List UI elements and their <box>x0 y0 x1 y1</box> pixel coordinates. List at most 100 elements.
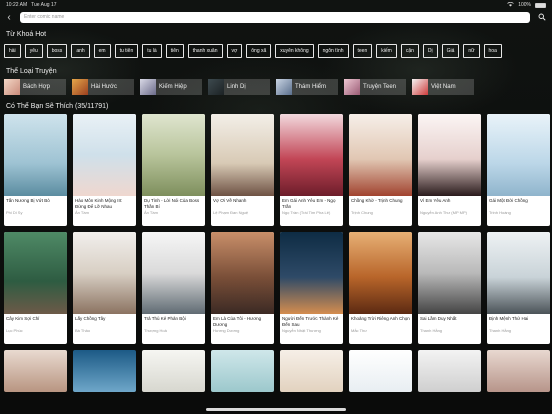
book-card[interactable]: Vợ Ơi Về Nhanh Lệ Phạm Đan Nguệ <box>211 114 274 226</box>
book-author: Ân Tầm <box>144 210 158 215</box>
book-card[interactable]: Dụ Tình - Lời Nói Của Boss Thần Bí Ân Tầm <box>142 114 205 226</box>
book-card[interactable]: Gái Một Đời Chồng Trinh Hoàng <box>487 114 550 226</box>
book-author: Thượng Hoả <box>144 328 167 333</box>
keyword-chip[interactable]: ngôn tình <box>317 44 349 58</box>
book-card[interactable] <box>487 350 550 392</box>
keyword-chip[interactable]: ông xã <box>246 44 272 58</box>
book-author: Phi Di Sy <box>6 210 23 215</box>
book-card[interactable]: Chồng Khờ - Trịnh Chung Trịnh Chung <box>349 114 412 226</box>
book-title: Sai Lầm Duy Nhất <box>420 316 457 321</box>
book-cover <box>211 350 274 392</box>
book-title: Tấn Nương Bị Vứt Bỏ <box>6 198 50 203</box>
category-item[interactable]: Truyện Teen <box>344 79 406 95</box>
keyword-chip[interactable]: teen <box>352 44 373 58</box>
category-label: Việt Nam <box>431 84 456 90</box>
category-item[interactable]: Bách Hợp <box>4 79 66 95</box>
book-card[interactable]: Cây Kim Sợi Chỉ Lục Phúc <box>4 232 67 344</box>
book-card[interactable]: Khoảng Trời Riêng Anh Chọn Mắc Thư <box>349 232 412 344</box>
keyword-chip[interactable]: em <box>93 44 111 58</box>
search-button[interactable] <box>536 11 548 23</box>
book-cover <box>418 114 481 196</box>
book-card[interactable] <box>280 350 343 392</box>
book-card[interactable]: Định Mệnh Thứ Hai Thanh Hằng <box>487 232 550 344</box>
back-button[interactable]: ‹ <box>4 11 14 23</box>
category-thumbnail <box>412 79 428 95</box>
book-cover <box>418 350 481 392</box>
category-item[interactable]: Thám Hiểm <box>276 79 338 95</box>
keyword-chip[interactable]: tu tiên <box>114 44 139 58</box>
keyword-chip[interactable]: kiếm <box>376 44 397 58</box>
book-cover <box>4 232 67 314</box>
keyword-chip[interactable]: hoa <box>483 44 502 58</box>
category-item[interactable]: Việt Nam <box>412 79 474 95</box>
book-cover <box>4 114 67 196</box>
category-item[interactable]: Linh Dị <box>208 79 270 95</box>
keyword-chip[interactable]: cặn <box>400 44 419 58</box>
book-card[interactable] <box>211 350 274 392</box>
book-title: Chồng Khờ - Trịnh Chung <box>351 198 403 203</box>
categories-title: Thể Loại Truyện <box>6 68 57 75</box>
book-card[interactable]: Em Là Của Tôi - Hương Dương Hương Dương <box>211 232 274 344</box>
book-card[interactable]: Lấy Chồng Tây Bà Thảo <box>73 232 136 344</box>
book-card[interactable]: Tấn Nương Bị Vứt Bỏ Phi Di Sy <box>4 114 67 226</box>
book-author: Ngọ Trần (Trái Tim Pha Lê) <box>282 210 331 215</box>
status-time: 10:22 AM <box>6 2 28 8</box>
keyword-chip[interactable]: tiên <box>165 44 184 58</box>
keyword-chip[interactable]: nữ <box>463 44 480 58</box>
book-card[interactable] <box>349 350 412 392</box>
category-thumbnail <box>344 79 360 95</box>
book-card[interactable] <box>418 350 481 392</box>
category-thumbnail <box>72 79 88 95</box>
book-cover <box>73 232 136 314</box>
category-thumbnail <box>208 79 224 95</box>
battery-fill <box>536 3 545 7</box>
book-cover <box>280 232 343 314</box>
app-root: 10:22 AM Tue Aug 17 100% ‹ Từ Khoá Hot h… <box>0 0 552 392</box>
keyword-chip[interactable]: boss <box>46 44 68 58</box>
keyword-chip[interactable]: Dị <box>422 44 438 58</box>
category-thumbnail <box>4 79 20 95</box>
book-cover <box>349 232 412 314</box>
keyword-chip[interactable]: yêu <box>24 44 43 58</box>
book-title: Người Đến Trước Thành Kẻ Đến Sau <box>282 316 339 327</box>
book-title: Định Mệnh Thứ Hai <box>489 316 529 321</box>
book-cover <box>142 232 205 314</box>
keyword-chip[interactable]: thanh xuân <box>187 44 223 58</box>
book-card[interactable]: Em Gái Anh Yêu Em - Ngọ Trần Ngọ Trần (Tr… <box>280 114 343 226</box>
book-card[interactable]: Vì Em Yêu Anh Nguyễn Anh Thư (MP MP) <box>418 114 481 226</box>
book-title: Gái Một Đời Chồng <box>489 198 528 203</box>
book-author: Thanh Hằng <box>489 328 512 333</box>
keyword-chip[interactable]: vợ <box>226 44 243 58</box>
hot-keyword-list: hài yêu boss anh em tu tiên tu là tiên thanh xuâ… <box>0 44 552 58</box>
book-author: Nguyễn Anh Thư (MP MP) <box>420 210 467 215</box>
book-title: Dụ Tình - Lời Nói Của Boss Thần Bí <box>144 198 200 209</box>
book-title: Khoảng Trời Riêng Anh Chọn <box>351 316 410 321</box>
book-card[interactable]: Trả Thù Kẻ Phản Bội Thượng Hoả <box>142 232 205 344</box>
keyword-chip[interactable]: hài <box>4 44 21 58</box>
book-card[interactable]: Hào Môn Kinh Mộng III: Đừng Để Lỡ Nhau Ân… <box>73 114 136 226</box>
book-cover <box>349 114 412 196</box>
book-title: Hào Môn Kinh Mộng III: Đừng Để Lỡ Nhau <box>75 198 123 209</box>
category-label: Kiếm Hiệp <box>159 84 187 90</box>
book-title: Vợ Ơi Về Nhanh <box>213 198 247 203</box>
book-card[interactable] <box>4 350 67 392</box>
book-card[interactable]: Sai Lầm Duy Nhất Thanh Hằng <box>418 232 481 344</box>
keyword-chip[interactable]: anh <box>71 44 90 58</box>
book-card[interactable] <box>142 350 205 392</box>
hot-keywords-title: Từ Khoá Hot <box>6 31 47 38</box>
book-cover <box>280 350 343 392</box>
keyword-chip[interactable]: tu là <box>142 44 162 58</box>
book-card[interactable]: Người Đến Trước Thành Kẻ Đến Sau Nguyễn N… <box>280 232 343 344</box>
book-author: Bà Thảo <box>75 328 91 333</box>
category-item[interactable]: Kiếm Hiệp <box>140 79 202 95</box>
search-input[interactable] <box>20 11 530 23</box>
book-author: Mắc Thư <box>351 328 367 333</box>
book-card[interactable] <box>73 350 136 392</box>
wifi-icon <box>507 1 514 9</box>
category-label: Truyện Teen <box>363 84 397 90</box>
status-date: Tue Aug 17 <box>31 2 57 8</box>
keyword-chip[interactable]: xuyên không <box>275 44 314 58</box>
book-author: Trinh Hoàng <box>489 210 511 215</box>
category-item[interactable]: Hài Hước <box>72 79 134 95</box>
keyword-chip[interactable]: Giá <box>441 44 460 58</box>
